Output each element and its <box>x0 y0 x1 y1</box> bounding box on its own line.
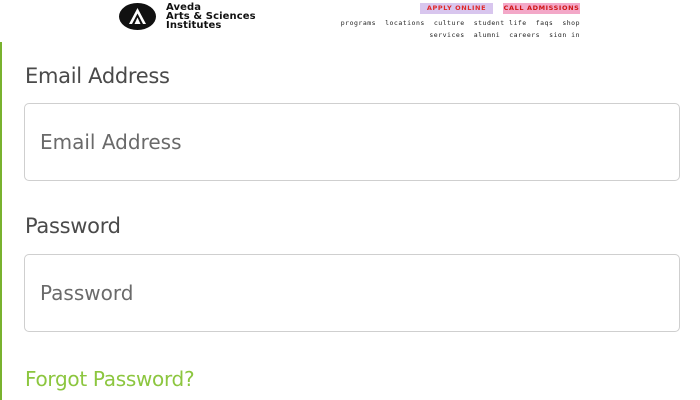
apply-online-button[interactable]: APPLY ONLINE <box>420 3 493 14</box>
nav-link-locations[interactable]: locations <box>385 19 425 27</box>
site-header: Aveda Arts & Sciences Institutes APPLY O… <box>0 0 700 42</box>
nav-link-services[interactable]: services <box>429 31 464 37</box>
email-field[interactable] <box>24 103 680 181</box>
nav-link-shop[interactable]: shop <box>562 19 580 27</box>
left-accent-bar <box>0 42 2 400</box>
login-page: Aveda Arts & Sciences Institutes APPLY O… <box>0 0 700 400</box>
forgot-password-link[interactable]: Forgot Password? <box>25 367 195 391</box>
site-logo[interactable]: Aveda Arts & Sciences Institutes <box>119 3 256 31</box>
call-admissions-button[interactable]: CALL ADMISSIONS <box>503 3 580 14</box>
password-field[interactable] <box>24 254 680 332</box>
logo-line-3: Institutes <box>166 20 222 31</box>
nav-link-sign-in[interactable]: sign in <box>549 31 580 37</box>
nav-link-careers[interactable]: careers <box>509 31 540 37</box>
nav-link-faqs[interactable]: faqs <box>536 19 554 27</box>
aveda-logo-icon <box>119 3 156 30</box>
secondary-nav: services alumni careers sign in <box>429 31 580 37</box>
nav-link-culture[interactable]: culture <box>434 19 465 27</box>
password-label: Password <box>25 214 121 238</box>
logo-wordmark: Aveda Arts & Sciences Institutes <box>166 3 256 31</box>
email-label: Email Address <box>25 64 170 88</box>
nav-link-student-life[interactable]: student life <box>474 19 527 27</box>
primary-nav: programs locations culture student life … <box>341 19 580 27</box>
nav-link-alumni[interactable]: alumni <box>474 31 500 37</box>
nav-link-programs[interactable]: programs <box>341 19 376 27</box>
